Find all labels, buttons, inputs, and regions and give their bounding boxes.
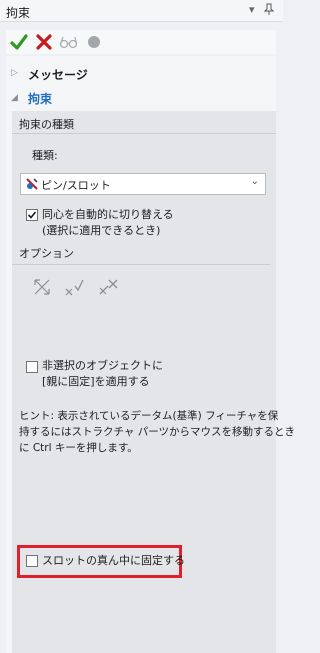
apply-check-icon[interactable] xyxy=(63,276,85,298)
hint-text-line2: 持するにはストラクチャ パーツからマウスを移動するとき xyxy=(19,426,296,438)
constraint-section-header[interactable]: ◢ 拘束 xyxy=(6,89,276,109)
auto-switch-label-line1: 同心を自動的に切り替える xyxy=(42,208,174,221)
pin-slot-icon xyxy=(25,177,39,194)
panel-titlebar: 拘束 ▾ xyxy=(0,0,283,22)
preview-glasses-icon[interactable] xyxy=(58,31,80,53)
group-divider xyxy=(12,133,276,134)
options-divider xyxy=(12,264,270,265)
chevron-down-icon: ⌄ xyxy=(250,176,259,187)
options-header: オプション xyxy=(19,247,74,260)
record-circle-icon[interactable] xyxy=(83,31,105,53)
pin-icon[interactable] xyxy=(263,3,275,19)
slot-center-label: スロットの真ん中に固定する xyxy=(42,554,185,567)
fix-to-parent-label-line2: [親に固定]を適用する xyxy=(42,375,150,388)
cancel-x-icon[interactable] xyxy=(33,31,55,53)
constraint-type-header: 拘束の種類 xyxy=(19,118,74,131)
expand-arrow-icon: ▷ xyxy=(11,68,18,78)
constraint-section-label: 拘束 xyxy=(28,92,53,106)
message-section-header[interactable]: ▷ メッセージ xyxy=(6,65,276,85)
collapse-arrow-icon: ◢ xyxy=(11,93,18,103)
action-toolbar xyxy=(6,30,276,54)
fix-to-parent-checkbox[interactable] xyxy=(26,361,38,373)
auto-switch-checkbox[interactable] xyxy=(26,209,38,221)
ok-check-icon[interactable] xyxy=(8,31,30,53)
type-label: 種類: xyxy=(32,149,58,162)
constraint-type-value: ピン/スロット xyxy=(41,179,111,192)
fix-to-parent-label-line1: 非選択のオブジェクトに xyxy=(42,359,163,372)
message-section-label: メッセージ xyxy=(28,68,88,82)
constraint-type-select[interactable]: ピン/スロット ⌄ xyxy=(20,173,266,195)
hint-text-line3: に Ctrl キーを押します。 xyxy=(19,442,138,454)
dropdown-arrow-icon[interactable]: ▾ xyxy=(249,3,255,17)
auto-switch-label-line2: (選択に適用できるとき) xyxy=(42,224,161,237)
panel-title: 拘束 xyxy=(6,6,31,20)
remove-cross-icon[interactable] xyxy=(97,276,119,298)
move-constraint-icon[interactable] xyxy=(31,276,53,298)
slot-center-checkbox[interactable] xyxy=(26,555,38,567)
hint-text-line1: ヒント: 表示されているデータム(基準) フィーチャを保 xyxy=(19,410,279,422)
